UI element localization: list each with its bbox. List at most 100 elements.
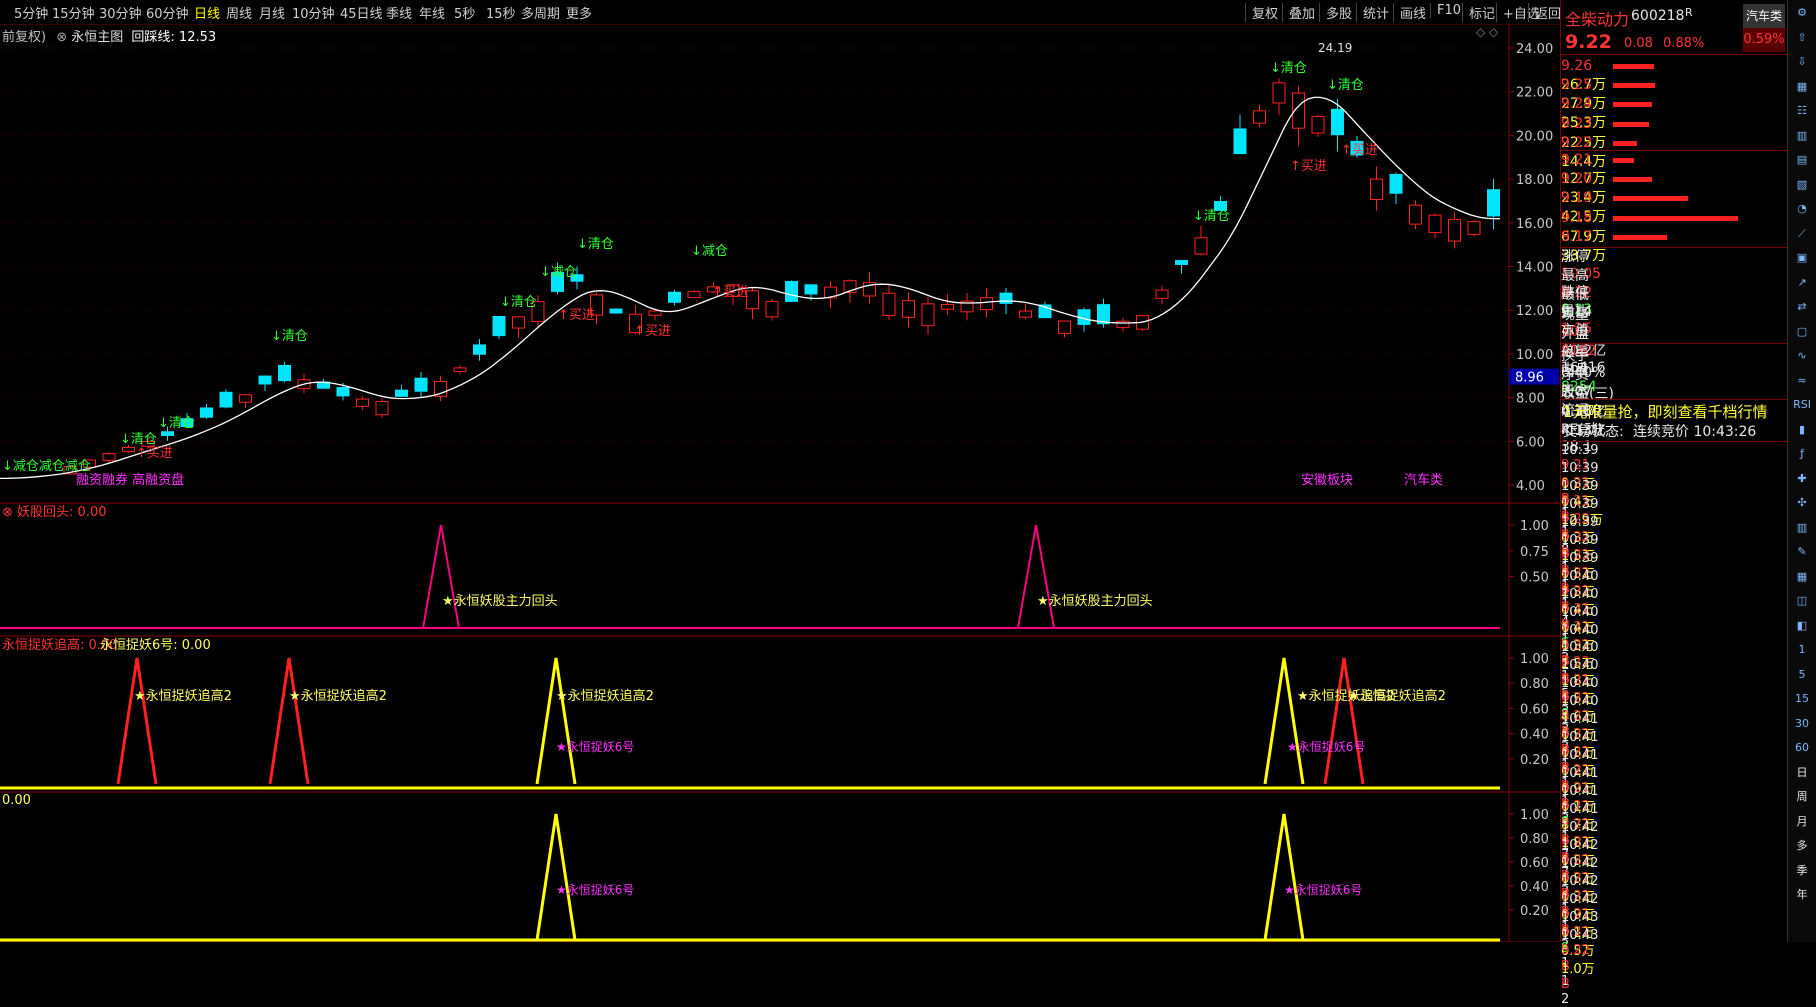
panel2-yellow-spike <box>535 657 577 785</box>
line-icon[interactable]: ⟋ <box>1791 225 1813 243</box>
bar-chart[interactable]: ▥ <box>1791 127 1813 145</box>
tool-季[interactable]: 季 <box>1791 862 1813 880</box>
tool-年[interactable]: 年 <box>1791 886 1813 904</box>
ask-row: 9.23 22.5万 <box>1561 116 1787 151</box>
plus-icon[interactable]: ✚ <box>1791 470 1813 488</box>
period-10分钟[interactable]: 10分钟 <box>292 3 335 22</box>
tick-row: 10:42 9.22 0.5万 B 2 <box>1561 820 1787 899</box>
tick-row: 10:40 9.22 2.5万 B 5 <box>1561 623 1787 702</box>
candle <box>1389 173 1403 194</box>
stack-icon[interactable]: ▧ <box>1791 176 1813 194</box>
panel-y-label: 1.00 <box>1520 519 1549 534</box>
quote-row: 最高 9.22 量比 1.25 <box>1561 265 1787 337</box>
wheel[interactable]: ⚙ <box>1791 4 1813 22</box>
icon-b[interactable]: ◫ <box>1791 592 1813 610</box>
tick-row: 10:43 9.22 1.0万 B 2 <box>1561 928 1787 1007</box>
price-change-pct: 0.88% <box>1663 36 1705 51</box>
promo-banner[interactable]: 1元限量抢，即刻查看千档行情 <box>1563 401 1768 422</box>
candle <box>980 297 993 311</box>
panel2-signal-label: ★永恒捉妖追高2 <box>1348 688 1446 704</box>
icon-c[interactable]: ◧ <box>1791 617 1813 635</box>
period-45日线[interactable]: 45日线 <box>340 3 383 22</box>
trend-icon[interactable]: ↗ <box>1791 274 1813 292</box>
sell-signal: ↓清仓 <box>158 416 195 431</box>
sell-signal: ↓减仓 <box>691 244 728 259</box>
period-日线[interactable]: 日线 <box>194 3 220 22</box>
period-5秒[interactable]: 5秒 <box>454 3 475 22</box>
toolbar-返回[interactable]: 返回 <box>1528 3 1561 22</box>
panel-icon[interactable]: ▣ <box>1791 249 1813 267</box>
toolbar-多股[interactable]: 多股 <box>1319 3 1352 22</box>
bar-icon[interactable]: ▮ <box>1791 421 1813 439</box>
box-icon[interactable]: ▢ <box>1791 323 1813 341</box>
tick-row: 10:40 9.22 0.3万 B 1 <box>1561 605 1787 684</box>
arrow-up[interactable]: ⇧ <box>1791 29 1813 47</box>
compare-icon[interactable]: ⇄ <box>1791 298 1813 316</box>
tool-周[interactable]: 周 <box>1791 788 1813 806</box>
chart-settings-icons[interactable]: ◇ ◇ <box>1476 25 1498 39</box>
wave-icon[interactable]: ∿ <box>1791 347 1813 365</box>
grid-icon[interactable]: ▦ <box>1791 78 1813 96</box>
panel3-signal-label: ★永恒捉妖6号 <box>556 882 634 897</box>
candle <box>414 377 428 392</box>
fs-icon[interactable]: ▥ <box>1791 519 1813 537</box>
candle <box>219 391 233 408</box>
period-多周期[interactable]: 多周期 <box>521 3 560 22</box>
panel-y-label: 0.20 <box>1520 753 1549 768</box>
tool-5[interactable]: 5 <box>1791 666 1813 684</box>
arrow-down[interactable]: ⇩ <box>1791 53 1813 71</box>
period-60分钟[interactable]: 60分钟 <box>146 3 189 22</box>
gear-icon[interactable]: ✣ <box>1791 494 1813 512</box>
period-年线[interactable]: 年线 <box>419 3 445 22</box>
period-15秒[interactable]: 15秒 <box>486 3 516 22</box>
candle <box>258 375 272 385</box>
toolbar-叠加[interactable]: 叠加 <box>1282 3 1315 22</box>
tool-月[interactable]: 月 <box>1791 813 1813 831</box>
tool-1[interactable]: 1 <box>1791 641 1813 659</box>
period-5分钟[interactable]: 5分钟 <box>14 3 48 22</box>
tick-volume: 1.0万 <box>1561 961 1595 977</box>
text-icon[interactable]: ✎ <box>1791 543 1813 561</box>
tool-30[interactable]: 30 <box>1791 715 1813 733</box>
toolbar-画线[interactable]: 画线 <box>1393 3 1426 22</box>
quote-row: 涨停 10.05 跌停 8.23 <box>1561 246 1787 318</box>
chart-area[interactable]: 24.00 22.00 20.00 18.00 16.00 14.00 12.00 10.00… <box>0 24 1560 942</box>
trade-status-value: 连续竞价 10:43:26 <box>1633 424 1757 440</box>
f-icon[interactable]: ƒ <box>1791 445 1813 463</box>
period-周线[interactable]: 周线 <box>226 3 252 22</box>
buy-signal: ↑买进 <box>1341 143 1378 158</box>
tool-15[interactable]: 15 <box>1791 690 1813 708</box>
toolbar-F10[interactable]: F10 <box>1430 3 1461 18</box>
indicator-name[interactable]: 永恒主图 <box>71 30 123 45</box>
tick-time: 10:39 <box>1561 550 1599 566</box>
candle <box>902 300 915 318</box>
tick-row: 10:39 9.21 0.3万 B 1 <box>1561 443 1787 522</box>
candle <box>239 394 252 403</box>
period-30分钟[interactable]: 30分钟 <box>99 3 142 22</box>
period-更多[interactable]: 更多 <box>566 3 592 22</box>
toolbar-统计[interactable]: 统计 <box>1356 3 1389 22</box>
toolbar-标记[interactable]: 标记 <box>1462 3 1495 22</box>
close-icon[interactable]: ⊗ <box>56 30 67 45</box>
candle <box>785 280 798 302</box>
adjust-label[interactable]: 前复权) <box>2 30 46 45</box>
tool-60[interactable]: 60 <box>1791 739 1813 757</box>
icon-a[interactable]: ▦ <box>1791 568 1813 586</box>
table-icon[interactable]: ☷ <box>1791 102 1813 120</box>
period-月线[interactable]: 月线 <box>259 3 285 22</box>
panel-y-label: 0.60 <box>1520 702 1549 717</box>
chart-icon[interactable]: ▤ <box>1791 151 1813 169</box>
tick-time: 10:40 <box>1561 568 1599 584</box>
sector-button[interactable]: 汽车类 <box>1743 4 1785 28</box>
panel-y-label: 0.80 <box>1520 832 1549 847</box>
tool-多[interactable]: 多 <box>1791 837 1813 855</box>
tool-日[interactable]: 日 <box>1791 764 1813 782</box>
period-季线[interactable]: 季线 <box>386 3 412 22</box>
period-15分钟[interactable]: 15分钟 <box>52 3 95 22</box>
wave2-icon[interactable]: ≈ <box>1791 372 1813 390</box>
toolbar-复权[interactable]: 复权 <box>1245 3 1278 22</box>
tick-time: 10:41 <box>1561 766 1599 782</box>
tick-row: 10:39 9.22 0.5万 B 1 <box>1561 533 1787 612</box>
pie-icon[interactable]: ◔ <box>1791 200 1813 218</box>
tool-RSI[interactable]: RSI <box>1791 396 1813 414</box>
